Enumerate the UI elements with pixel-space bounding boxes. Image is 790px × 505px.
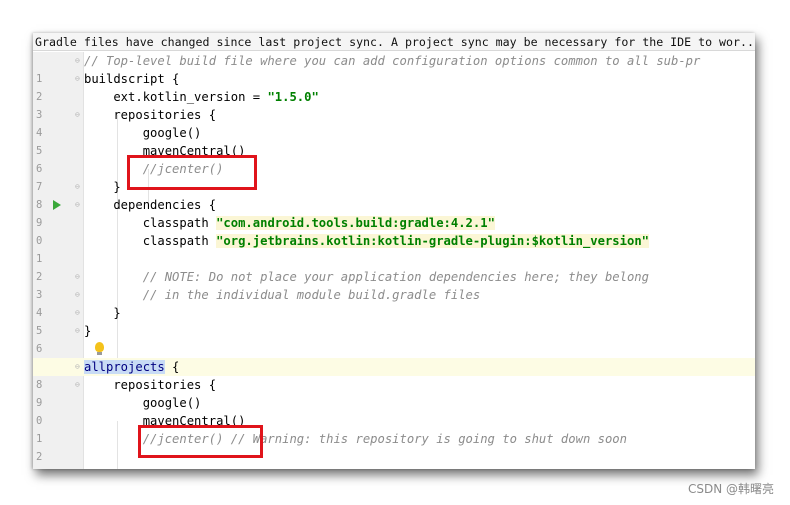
- code-line[interactable]: 4 ⊖ // in the individual module build.gr…: [33, 286, 755, 319]
- code-text: {: [164, 360, 180, 374]
- selected-identifier: allprojects: [84, 360, 165, 374]
- code-text: classpath: [84, 234, 217, 248]
- code-text: google(): [84, 396, 202, 410]
- code-line[interactable]: 9 ⊖ dependencies {: [33, 196, 755, 229]
- code-text: }: [84, 306, 121, 320]
- code-line[interactable]: 0 classpath "com.android.tools.build:gra…: [33, 214, 755, 247]
- code-text: repositories {: [84, 378, 217, 392]
- annotation-box-jcenter-warning: [138, 425, 263, 458]
- code-string: "com.android.tools.build:gradle:4.2.1": [216, 216, 495, 230]
- code-text: buildscript {: [84, 72, 180, 86]
- fold-icon[interactable]: ⊖: [75, 182, 82, 191]
- csdn-watermark: CSDN @韩曙亮: [687, 482, 774, 496]
- code-text: ext.kotlin_version =: [84, 90, 268, 104]
- code-line-current[interactable]: 8 ⊖ allprojects {: [33, 358, 755, 391]
- fold-icon[interactable]: ⊖: [75, 110, 82, 119]
- fold-icon[interactable]: ⊖: [75, 380, 82, 389]
- code-comment: // in the individual module build.gradle…: [84, 288, 481, 302]
- fold-icon[interactable]: ⊖: [75, 74, 82, 83]
- code-line[interactable]: 2 ⊖ buildscript {: [33, 70, 755, 103]
- fold-icon[interactable]: ⊖: [75, 326, 82, 335]
- lightbulb-icon[interactable]: [95, 342, 104, 355]
- gradle-sync-notification[interactable]: Gradle files have changed since last pro…: [33, 33, 755, 51]
- code-line[interactable]: 7: [33, 340, 755, 373]
- code-line[interactable]: 1 ⊖ // Top-level build file where you ca…: [33, 52, 755, 85]
- code-string: "1.5.0": [267, 90, 319, 104]
- annotation-box-jcenter: [127, 155, 257, 190]
- code-string: "org.jetbrains.kotlin:kotlin-gradle-plug…: [216, 234, 649, 248]
- fold-icon[interactable]: ⊖: [75, 200, 82, 209]
- code-text: }: [84, 180, 121, 194]
- code-line[interactable]: 2: [33, 250, 755, 283]
- fold-icon[interactable]: ⊖: [75, 272, 82, 281]
- fold-icon[interactable]: ⊖: [75, 362, 82, 371]
- code-text: dependencies {: [84, 198, 217, 212]
- code-line[interactable]: 5 ⊖ }: [33, 304, 755, 337]
- code-comment: // Top-level build file where you can ad…: [84, 54, 701, 68]
- code-line[interactable]: 0 google(): [33, 394, 755, 427]
- fold-icon[interactable]: ⊖: [75, 290, 82, 299]
- fold-icon[interactable]: ⊖: [75, 308, 82, 317]
- code-text: }: [84, 324, 92, 338]
- run-gutter-icon[interactable]: [53, 200, 61, 210]
- code-text: repositories {: [84, 108, 217, 122]
- code-line[interactable]: 5 google(): [33, 124, 755, 157]
- code-line[interactable]: 3 ⊖ // NOTE: Do not place your applicati…: [33, 268, 755, 301]
- code-line[interactable]: 6 ⊖ }: [33, 322, 755, 355]
- code-text: google(): [84, 126, 202, 140]
- editor-window: Gradle files have changed since last pro…: [33, 33, 755, 469]
- code-line[interactable]: 9 ⊖ repositories {: [33, 376, 755, 409]
- code-text: classpath: [84, 216, 217, 230]
- code-line[interactable]: 1 classpath "org.jetbrains.kotlin:kotlin…: [33, 232, 755, 265]
- code-comment: // NOTE: Do not place your application d…: [84, 270, 649, 284]
- line-number: 3: [36, 466, 50, 469]
- fold-icon[interactable]: ⊖: [75, 56, 82, 65]
- code-line[interactable]: 3 ext.kotlin_version = "1.5.0": [33, 88, 755, 121]
- code-line[interactable]: 4 ⊖ repositories {: [33, 106, 755, 139]
